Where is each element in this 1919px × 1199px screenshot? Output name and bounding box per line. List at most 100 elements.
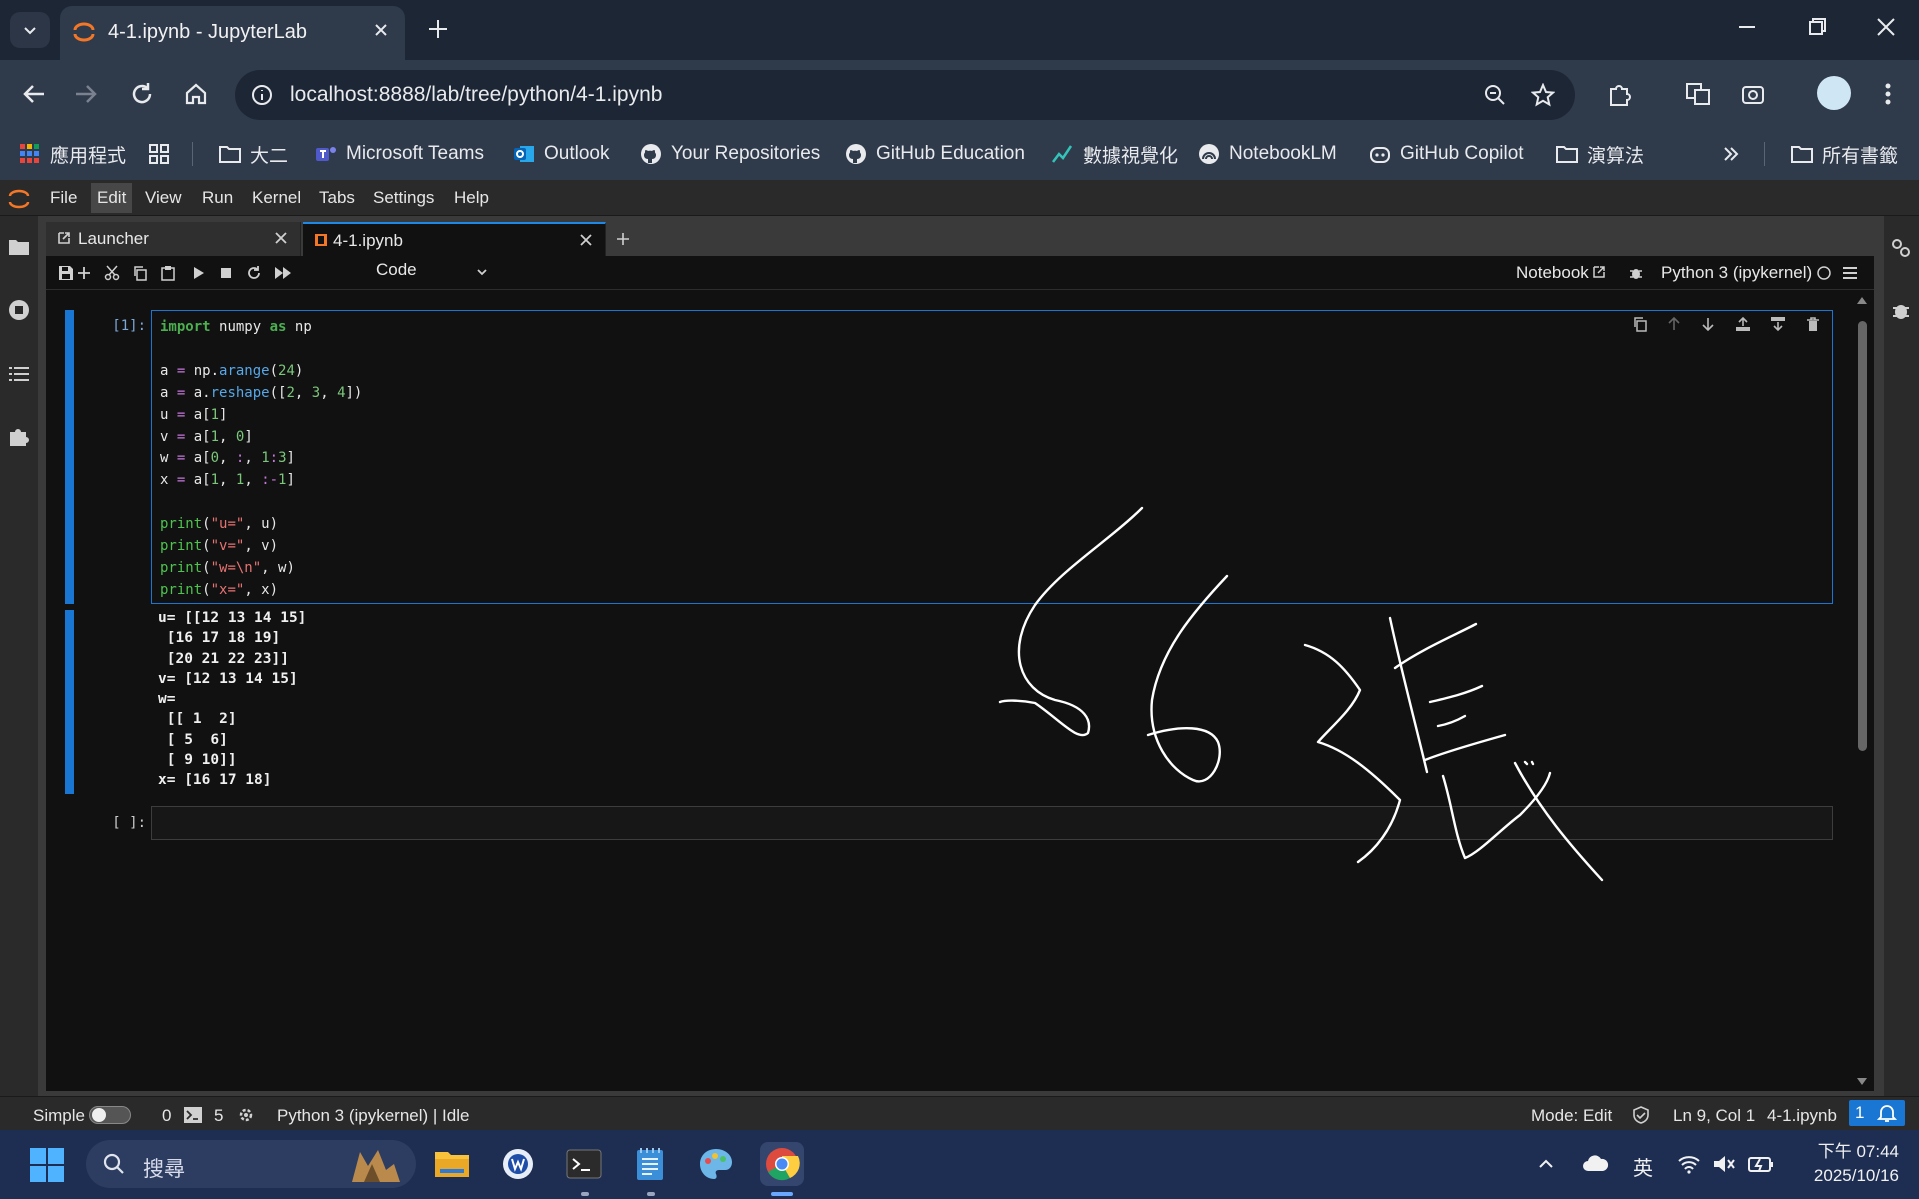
insert-above-icon[interactable] <box>1735 316 1751 332</box>
restore-icon[interactable] <box>1806 16 1828 38</box>
paste-icon[interactable] <box>160 265 176 281</box>
move-up-arrow-icon[interactable] <box>1666 316 1682 332</box>
menu-help[interactable]: Help <box>454 188 489 208</box>
tab-notebook[interactable]: 4-1.ipynb <box>303 222 606 256</box>
close-icon[interactable] <box>371 20 391 40</box>
save-icon[interactable] <box>58 265 74 281</box>
bookmark-notebooklm[interactable]: NotebookLM <box>1197 142 1337 166</box>
insert-below-icon[interactable] <box>1770 316 1786 332</box>
cell-output-collapser[interactable] <box>65 610 74 794</box>
bookmark-github-education[interactable]: GitHub Education <box>844 142 1025 166</box>
chevron-double-right-icon[interactable] <box>1720 143 1742 165</box>
menu-file[interactable]: File <box>50 188 77 208</box>
extensions-icon[interactable] <box>1606 80 1634 108</box>
taskbar-terminal[interactable] <box>562 1142 606 1186</box>
onedrive-cloud-icon[interactable] <box>1581 1152 1609 1174</box>
tab-groups-icon[interactable] <box>147 142 171 166</box>
windows-start-icon[interactable] <box>29 1147 65 1183</box>
back-arrow-icon[interactable] <box>20 80 48 108</box>
new-tab-icon[interactable] <box>425 16 451 42</box>
stop-icon[interactable] <box>218 265 234 281</box>
close-icon[interactable] <box>579 233 593 247</box>
add-cell-icon[interactable] <box>76 265 92 281</box>
menu-view[interactable]: View <box>145 188 182 208</box>
simple-mode-toggle[interactable] <box>89 1106 131 1124</box>
bookmark-folder-algorithms[interactable]: 演算法 <box>1555 142 1644 167</box>
hamburger-menu-icon[interactable] <box>1842 265 1858 281</box>
tab-search-button[interactable] <box>10 12 50 48</box>
add-tab-button[interactable] <box>608 222 638 256</box>
scroll-up-arrow-icon[interactable] <box>1856 295 1868 305</box>
menu-run[interactable]: Run <box>202 188 233 208</box>
cut-icon[interactable] <box>104 265 120 281</box>
running-kernels-icon[interactable] <box>7 298 31 322</box>
copy-icon[interactable] <box>132 265 148 281</box>
bookmark-folder-year2[interactable]: 大二 <box>218 142 288 167</box>
taskbar-app-w[interactable] <box>496 1142 540 1186</box>
forward-arrow-icon[interactable] <box>72 80 100 108</box>
windows-search-box[interactable]: 搜尋 <box>86 1140 416 1188</box>
kernel-status[interactable]: Python 3 (ipykernel) | Idle <box>277 1106 469 1126</box>
cell-type-select[interactable]: Code <box>376 260 496 286</box>
debugger-bug-icon[interactable] <box>1889 298 1913 322</box>
more-menu-icon[interactable] <box>1878 80 1898 108</box>
screenshot-icon[interactable] <box>1739 80 1767 108</box>
bookmark-data-visualization[interactable]: 數據視覺化 <box>1051 142 1178 167</box>
taskbar-clock[interactable]: 下午 07:44 2025/10/16 <box>1814 1140 1899 1188</box>
menu-tabs[interactable]: Tabs <box>319 188 355 208</box>
empty-code-cell[interactable] <box>151 806 1833 840</box>
cell-input-collapser[interactable] <box>65 310 74 604</box>
speaker-muted-icon[interactable] <box>1712 1153 1736 1175</box>
extension-manager-icon[interactable] <box>7 424 31 448</box>
taskbar-paint[interactable] <box>694 1142 738 1186</box>
cursor-position[interactable]: Ln 9, Col 1 <box>1673 1106 1755 1126</box>
duplicate-cell-icon[interactable] <box>1632 316 1648 332</box>
bookmark-github-copilot[interactable]: GitHub Copilot <box>1368 142 1524 166</box>
url-text[interactable]: localhost:8888/lab/tree/python/4-1.ipynb <box>290 83 662 107</box>
restart-icon[interactable] <box>246 265 262 281</box>
notification-button[interactable]: 1 <box>1849 1100 1905 1126</box>
kernel-gear-icon[interactable] <box>237 1106 255 1124</box>
menu-edit[interactable]: Edit <box>91 183 133 213</box>
scroll-down-arrow-icon[interactable] <box>1856 1077 1868 1087</box>
zoom-icon[interactable] <box>1483 83 1507 107</box>
profile-avatar[interactable] <box>1817 76 1851 110</box>
taskbar-chrome[interactable] <box>760 1142 804 1186</box>
bookmark-all-bookmarks[interactable]: 所有書籤 <box>1790 142 1898 167</box>
terminal-icon[interactable] <box>184 1107 202 1123</box>
tab-launcher[interactable]: Launcher <box>46 222 301 256</box>
minimize-icon[interactable] <box>1736 16 1758 38</box>
taskbar-notepad[interactable] <box>628 1142 672 1186</box>
menu-settings[interactable]: Settings <box>373 188 434 208</box>
address-bar[interactable]: localhost:8888/lab/tree/python/4-1.ipynb <box>235 70 1575 120</box>
bookmark-your-repositories[interactable]: Your Repositories <box>639 142 820 166</box>
run-icon[interactable] <box>190 265 206 281</box>
battery-charging-icon[interactable] <box>1748 1153 1774 1175</box>
close-window-icon[interactable] <box>1875 16 1897 38</box>
taskbar-file-explorer[interactable] <box>430 1142 474 1186</box>
bookmark-apps[interactable]: 應用程式 <box>18 142 126 167</box>
debugger-bug-icon[interactable] <box>1628 265 1644 281</box>
reload-icon[interactable] <box>128 80 156 108</box>
code-editor[interactable]: import numpy as np a = np.arange(24) a =… <box>151 310 1833 604</box>
shield-check-icon[interactable] <box>1632 1106 1650 1124</box>
bookmark-outlook[interactable]: Outlook <box>512 142 609 166</box>
site-info-icon[interactable] <box>249 82 275 108</box>
code-content[interactable]: import numpy as np a = np.arange(24) a =… <box>160 317 362 602</box>
kernel-count[interactable]: 5 <box>214 1106 223 1126</box>
notebook-scrollbar[interactable] <box>1855 293 1869 1093</box>
wifi-icon[interactable] <box>1677 1153 1701 1175</box>
bookmark-teams[interactable]: Microsoft Teams <box>314 142 484 166</box>
translate-icon[interactable] <box>1684 80 1712 108</box>
open-in-notebook-link[interactable]: Notebook <box>1516 263 1589 283</box>
home-icon[interactable] <box>182 80 210 108</box>
close-icon[interactable] <box>274 231 288 245</box>
delete-cell-trash-icon[interactable] <box>1805 316 1821 332</box>
property-inspector-icon[interactable] <box>1889 236 1913 260</box>
browser-tab-active[interactable]: 4-1.ipynb - JupyterLab <box>60 6 405 60</box>
table-of-contents-icon[interactable] <box>7 362 31 386</box>
chevron-up-icon[interactable] <box>1536 1154 1556 1174</box>
kernel-name[interactable]: Python 3 (ipykernel) <box>1661 263 1812 283</box>
move-down-arrow-icon[interactable] <box>1700 316 1716 332</box>
ime-indicator[interactable]: 英 <box>1633 1152 1653 1181</box>
